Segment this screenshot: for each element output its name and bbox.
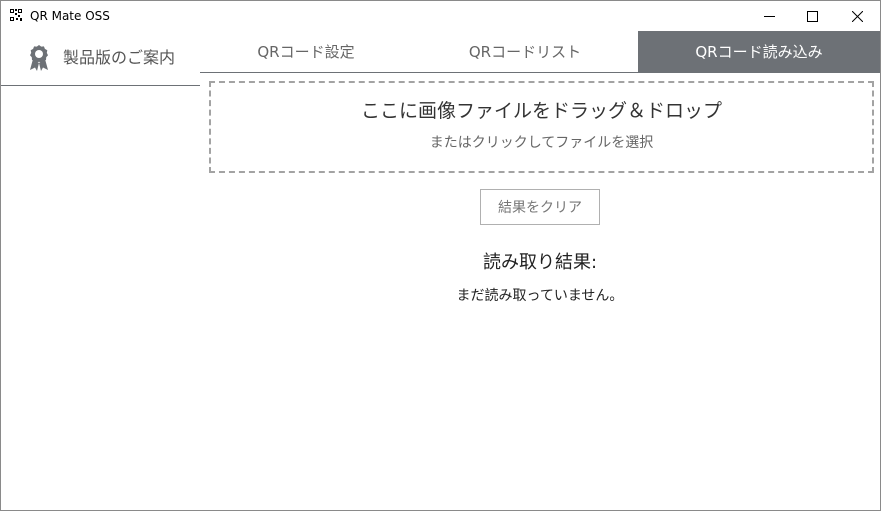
window-title: QR Mate OSS bbox=[30, 9, 110, 23]
qr-code-icon bbox=[9, 8, 23, 22]
app-window: QR Mate OSS 製品版のご案内 QRコード設定 QRコードリスト QRコ… bbox=[0, 0, 881, 511]
tab-qr-list[interactable]: QRコードリスト bbox=[412, 31, 638, 72]
title-bar[interactable]: QR Mate OSS bbox=[1, 1, 880, 31]
product-guide-label: 製品版のご案内 bbox=[63, 48, 176, 67]
result-heading: 読み取り結果: bbox=[482, 252, 598, 273]
result-text: まだ読み取っていません。 bbox=[456, 288, 624, 304]
maximize-icon bbox=[806, 10, 818, 22]
tab-bar: QRコード設定 QRコードリスト QRコード読み込み bbox=[200, 31, 880, 73]
image-drop-zone[interactable]: ここに画像ファイルをドラッグ＆ドロップ またはクリックしてファイルを選択 bbox=[209, 81, 874, 173]
tab-qr-settings[interactable]: QRコード設定 bbox=[200, 31, 412, 72]
close-button[interactable] bbox=[834, 1, 880, 31]
minimize-button[interactable] bbox=[746, 1, 792, 31]
drop-zone-subtitle: またはクリックしてファイルを選択 bbox=[429, 135, 654, 151]
minimize-icon bbox=[763, 15, 775, 17]
close-icon bbox=[851, 10, 863, 22]
clear-results-button[interactable]: 結果をクリア bbox=[480, 189, 600, 225]
award-ribbon-icon bbox=[30, 45, 48, 71]
product-guide-link[interactable]: 製品版のご案内 bbox=[1, 31, 200, 85]
sidebar: 製品版のご案内 bbox=[1, 31, 200, 86]
tab-qr-read[interactable]: QRコード読み込み bbox=[638, 31, 880, 72]
maximize-button[interactable] bbox=[789, 1, 835, 31]
drop-zone-title: ここに画像ファイルをドラッグ＆ドロップ bbox=[360, 100, 722, 122]
